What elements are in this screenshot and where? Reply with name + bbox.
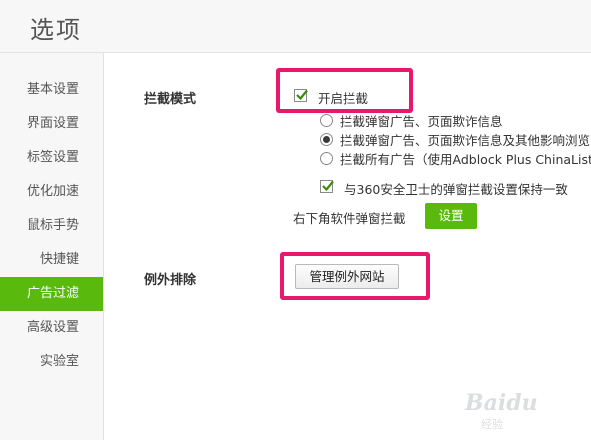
manage-exceptions-button[interactable]: 管理例外网站: [295, 264, 399, 289]
sidebar-item-shortcuts[interactable]: 快捷键: [0, 243, 103, 277]
block-option-radio-1[interactable]: [320, 114, 333, 127]
sidebar-item-basic-settings[interactable]: 基本设置: [0, 73, 103, 107]
block-option-label-2: 拦截弹窗广告、页面欺诈信息及其他影响浏览: [340, 133, 591, 148]
sidebar-item-lab[interactable]: 实验室: [0, 345, 103, 379]
sidebar-item-advanced-settings[interactable]: 高级设置: [0, 311, 103, 345]
enable-block-checkbox[interactable]: [294, 89, 308, 102]
baidu-watermark: Baidu 经验: [463, 390, 583, 432]
sidebar-item-mouse-gestures[interactable]: 鼠标手势: [0, 209, 103, 243]
watermark-sub: 经验: [481, 418, 503, 431]
sync-360-label: 与360安全卫士的弹窗拦截设置保持一致: [344, 182, 568, 197]
exceptions-label: 例外排除: [144, 273, 197, 288]
block-option-radio-3[interactable]: [320, 152, 333, 165]
sidebar-item-ad-filter[interactable]: 广告过滤: [0, 277, 103, 311]
popup-block-label: 右下角软件弹窗拦截: [293, 211, 406, 226]
enable-block-label: 开启拦截: [318, 91, 369, 106]
popup-settings-button[interactable]: 设置: [425, 203, 477, 229]
check-icon: [322, 180, 334, 192]
block-mode-label: 拦截模式: [144, 92, 197, 107]
sync-360-checkbox[interactable]: [320, 180, 334, 193]
sidebar-item-optimize[interactable]: 优化加速: [0, 175, 103, 209]
block-option-label-3: 拦截所有广告（使用Adblock Plus ChinaList: [340, 152, 591, 167]
sidebar-item-interface-settings[interactable]: 界面设置: [0, 107, 103, 141]
block-option-label-1: 拦截弹窗广告、页面欺诈信息: [340, 114, 503, 129]
page-title: 选项: [30, 16, 82, 44]
sidebar-nav: 基本设置 界面设置 标签设置 优化加速 鼠标手势 快捷键 广告过滤 高级设置 实…: [0, 53, 104, 440]
watermark-brand: Baidu: [465, 390, 538, 416]
options-header: 选项: [0, 0, 591, 53]
sidebar-item-tab-settings[interactable]: 标签设置: [0, 141, 103, 175]
check-icon: [296, 89, 308, 101]
block-option-radio-2[interactable]: [320, 133, 333, 146]
